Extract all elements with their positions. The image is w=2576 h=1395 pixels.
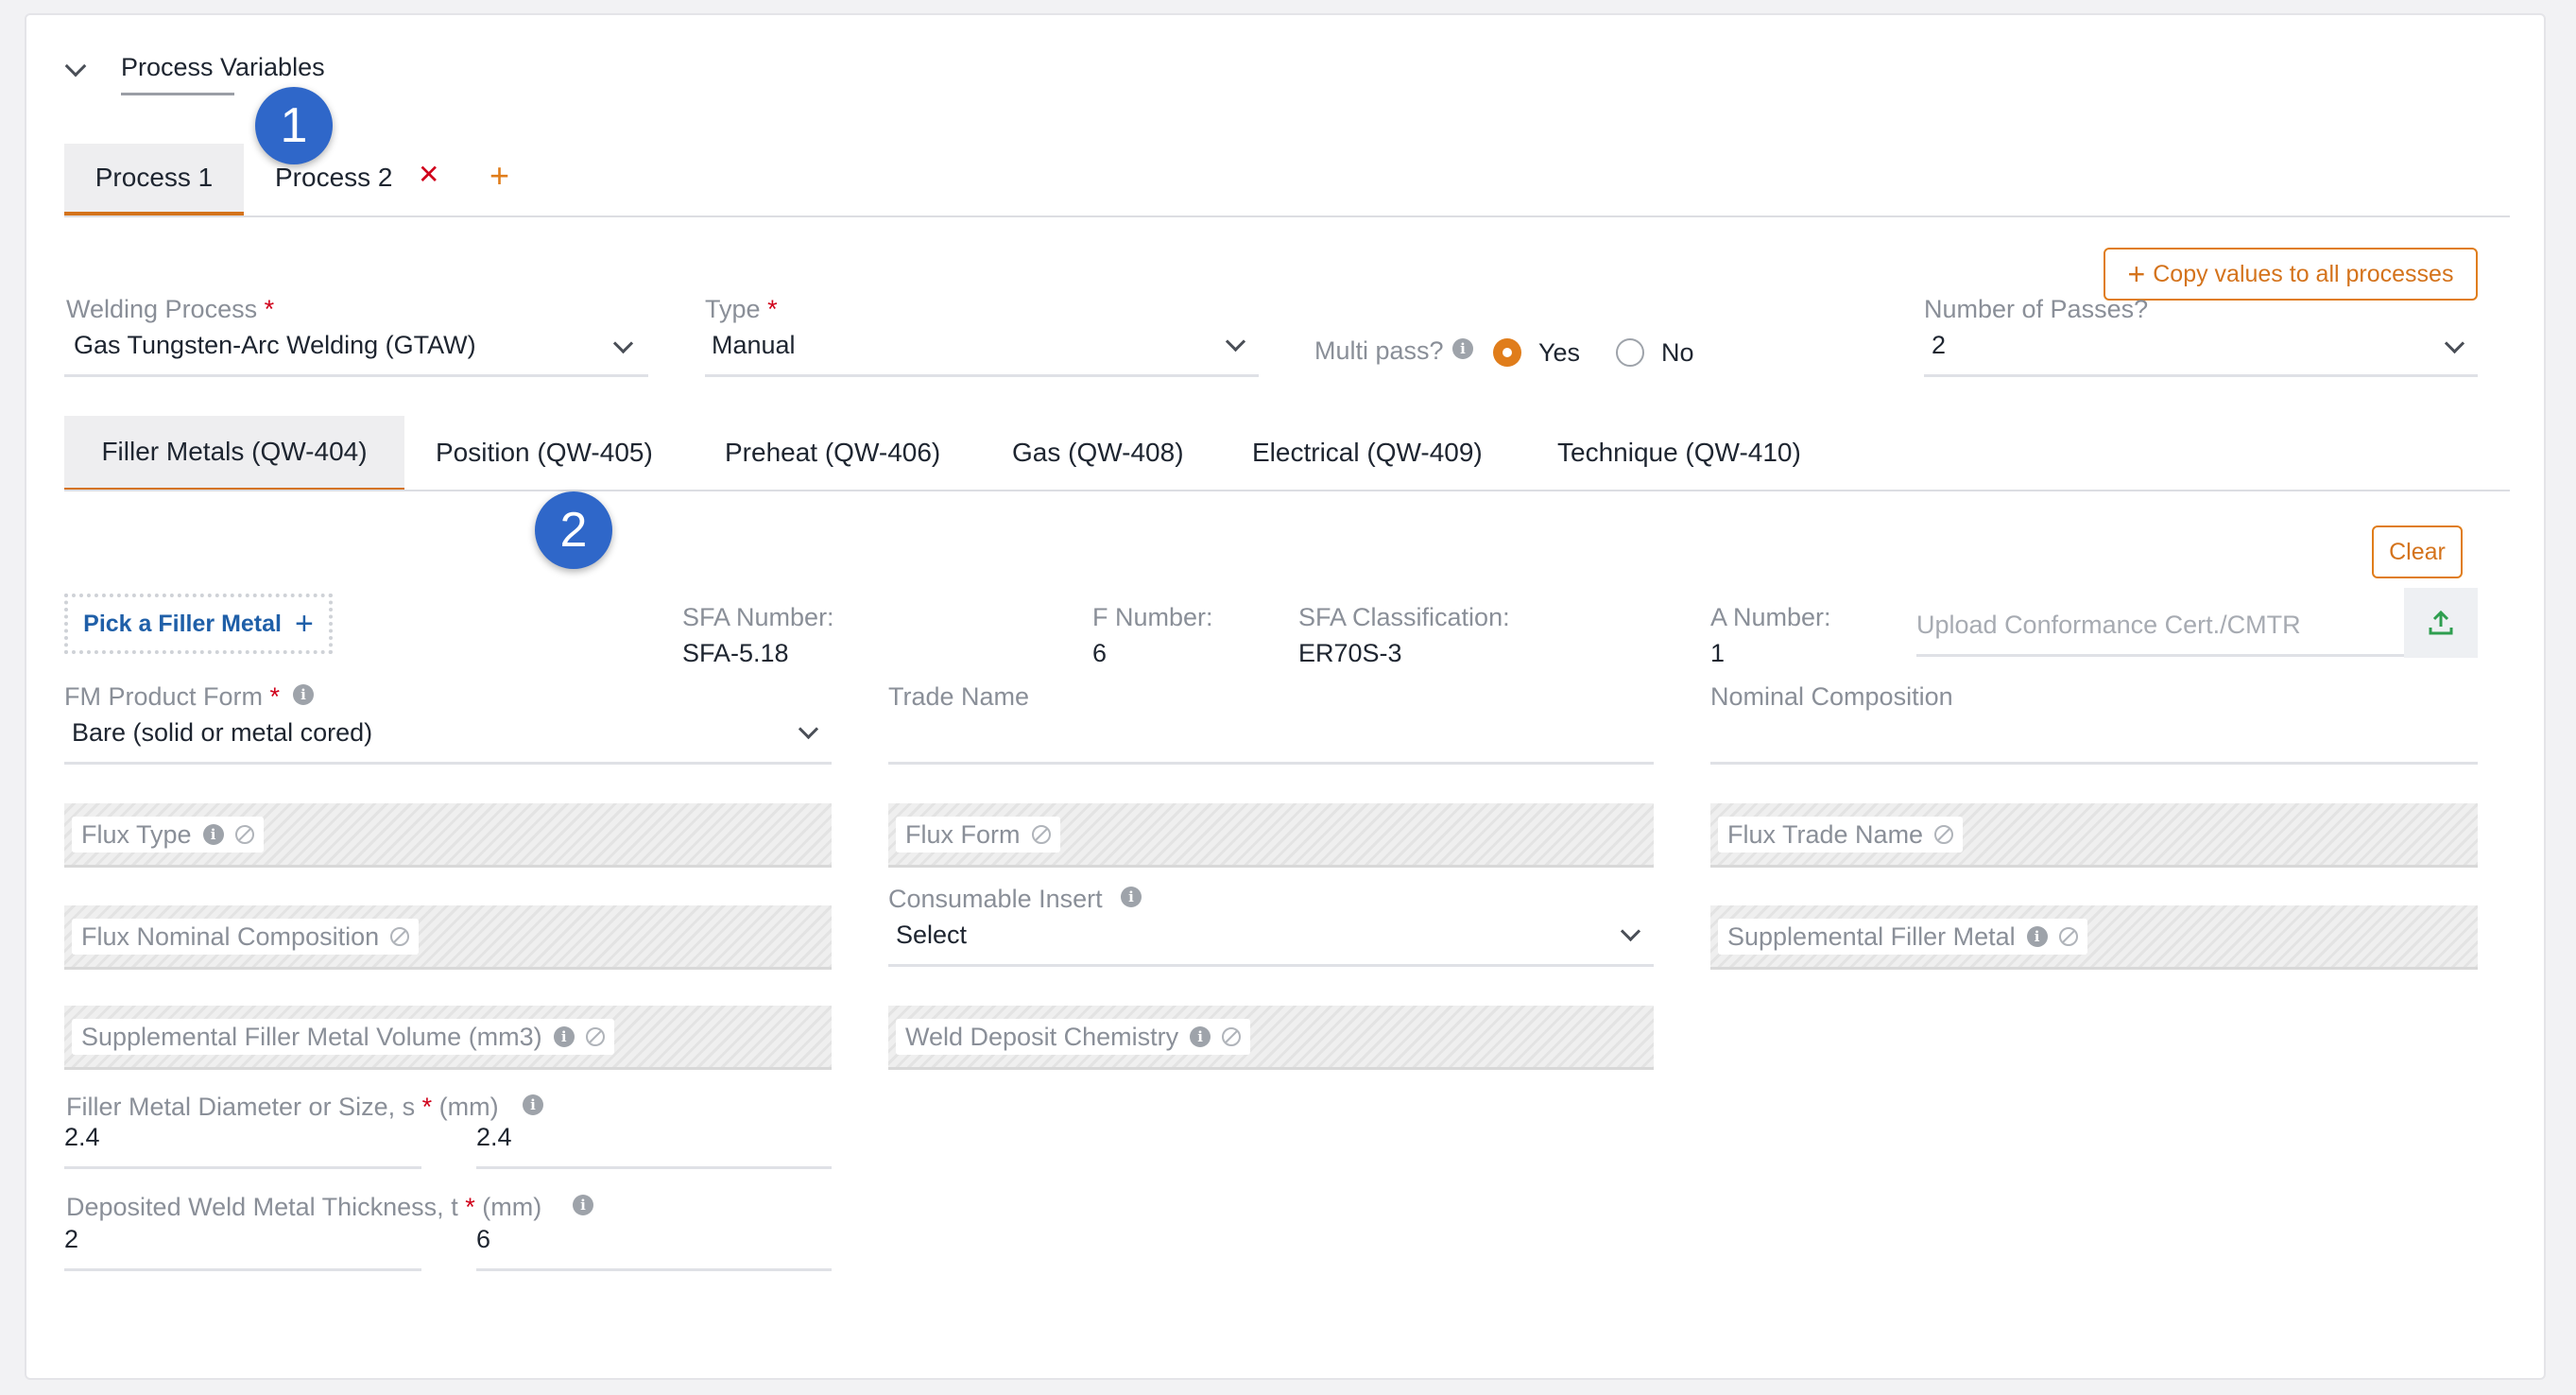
info-icon: i [2026, 926, 2048, 947]
weld-deposit-chemistry-field: Weld Deposit Chemistry i [888, 1006, 1654, 1070]
step-badge-1: 1 [255, 87, 333, 164]
flux-trade-name-field: Flux Trade Name [1710, 803, 2478, 868]
process-tabs-divider [64, 215, 2510, 217]
trade-name-label: Trade Name [888, 682, 1030, 711]
sfa-number-value: SFA-5.18 [682, 639, 789, 667]
fm-product-form-underline [64, 762, 832, 765]
disabled-icon [390, 927, 410, 946]
radio-dot [1503, 348, 1512, 357]
fm-product-form-select[interactable]: Bare (solid or metal cored) [72, 718, 828, 760]
consumable-insert-select[interactable]: Select [896, 921, 1652, 962]
flux-form-field: Flux Form [888, 803, 1654, 868]
process-variables-card [25, 13, 2546, 1380]
a-number-label: A Number: [1710, 603, 1831, 631]
type-select[interactable]: Manual [712, 331, 1260, 372]
diameter-max-underline [476, 1166, 832, 1169]
section-title: Process Variables [121, 53, 325, 81]
consumable-insert-info-icon[interactable]: i [1121, 887, 1142, 907]
thickness-min-input[interactable]: 2 [64, 1225, 421, 1266]
welding-process-underline [64, 374, 648, 377]
tab-gas[interactable]: Gas (QW-408) [1012, 438, 1184, 468]
sub-tabs-divider [64, 490, 2510, 491]
upload-cert-input[interactable]: Upload Conformance Cert./CMTR [1916, 611, 2301, 640]
radio-no[interactable] [1616, 338, 1644, 367]
tab-process-2[interactable]: Process 2 [275, 163, 393, 193]
diameter-max-input[interactable]: 2.4 [476, 1123, 832, 1164]
trade-name-underline [888, 762, 1654, 765]
supplemental-filler-volume-field: Supplemental Filler Metal Volume (mm3) i [64, 1006, 832, 1070]
nominal-composition-input[interactable] [1710, 716, 2478, 760]
consumable-insert-label: Consumable Insert [888, 885, 1103, 913]
fm-product-form-label: FM Product Form * [64, 682, 281, 711]
sfa-classification-label: SFA Classification: [1298, 603, 1510, 631]
type-underline [705, 374, 1259, 377]
radio-no-label: No [1661, 338, 1694, 367]
diameter-min-input[interactable]: 2.4 [64, 1123, 421, 1164]
pick-filler-metal-button[interactable]: Pick a Filler Metal + [64, 594, 333, 654]
disabled-icon [2058, 927, 2078, 946]
welding-process-select[interactable]: Gas Tungsten-Arc Welding (GTAW) [74, 331, 646, 372]
remove-process-icon[interactable]: ✕ [418, 159, 439, 190]
passes-label: Number of Passes? [1924, 295, 2149, 323]
thickness-max-input[interactable]: 6 [476, 1225, 832, 1266]
clear-button[interactable]: Clear [2372, 525, 2463, 578]
flux-nominal-composition-field: Flux Nominal Composition [64, 905, 832, 970]
tab-filler-metals[interactable]: Filler Metals (QW-404) [64, 416, 404, 491]
fm-product-form-info-icon[interactable]: i [293, 684, 314, 705]
multipass-label: Multi pass? [1314, 336, 1444, 365]
f-number-value: 6 [1092, 639, 1108, 667]
diameter-info-icon[interactable]: i [523, 1094, 543, 1115]
type-label: Type * [705, 295, 778, 323]
info-icon: i [1190, 1026, 1211, 1047]
a-number-value: 1 [1710, 639, 1726, 667]
welding-process-label: Welding Process * [66, 295, 275, 323]
sfa-number-label: SFA Number: [682, 603, 834, 631]
thickness-info-icon[interactable]: i [573, 1195, 593, 1215]
disabled-icon [234, 825, 254, 844]
trade-name-input[interactable] [888, 716, 1654, 760]
nominal-composition-underline [1710, 762, 2478, 765]
upload-underline [1916, 654, 2404, 657]
thickness-label: Deposited Weld Metal Thickness, t * (mm) [66, 1193, 542, 1221]
section-title-underline [121, 93, 234, 95]
info-icon: i [202, 824, 224, 845]
radio-yes-label: Yes [1538, 338, 1581, 367]
radio-yes[interactable] [1493, 338, 1521, 367]
f-number-label: F Number: [1092, 603, 1213, 631]
nominal-composition-label: Nominal Composition [1710, 682, 1953, 711]
disabled-icon [1934, 825, 1954, 844]
upload-button[interactable] [2404, 588, 2478, 658]
plus-icon: + [294, 606, 314, 642]
sfa-classification-value: ER70S-3 [1298, 639, 1402, 667]
disabled-icon [1222, 1027, 1242, 1046]
info-icon: i [553, 1026, 575, 1047]
upload-icon [2429, 610, 2453, 635]
consumable-insert-underline [888, 964, 1654, 967]
diameter-min-underline [64, 1166, 421, 1169]
tab-preheat[interactable]: Preheat (QW-406) [725, 438, 940, 468]
tab-process-1[interactable]: Process 1 [64, 144, 244, 215]
tab-technique[interactable]: Technique (QW-410) [1557, 438, 1801, 468]
flux-type-field: Flux Type i [64, 803, 832, 868]
passes-underline [1924, 374, 2478, 377]
diameter-label: Filler Metal Diameter or Size, s * (mm) [66, 1093, 499, 1121]
supplemental-filler-metal-field: Supplemental Filler Metal i [1710, 905, 2478, 970]
tab-position[interactable]: Position (QW-405) [436, 438, 653, 468]
thickness-max-underline [476, 1268, 832, 1271]
thickness-min-underline [64, 1268, 421, 1271]
passes-select[interactable]: 2 [1932, 331, 2470, 372]
step-badge-2: 2 [535, 491, 612, 569]
add-process-icon[interactable]: + [489, 159, 509, 193]
tab-electrical[interactable]: Electrical (QW-409) [1252, 438, 1483, 468]
plus-icon: + [2127, 257, 2146, 291]
disabled-icon [1031, 825, 1051, 844]
copy-values-button[interactable]: + Copy values to all processes [2104, 248, 2478, 301]
disabled-icon [585, 1027, 605, 1046]
multipass-info-icon[interactable]: i [1452, 338, 1473, 359]
